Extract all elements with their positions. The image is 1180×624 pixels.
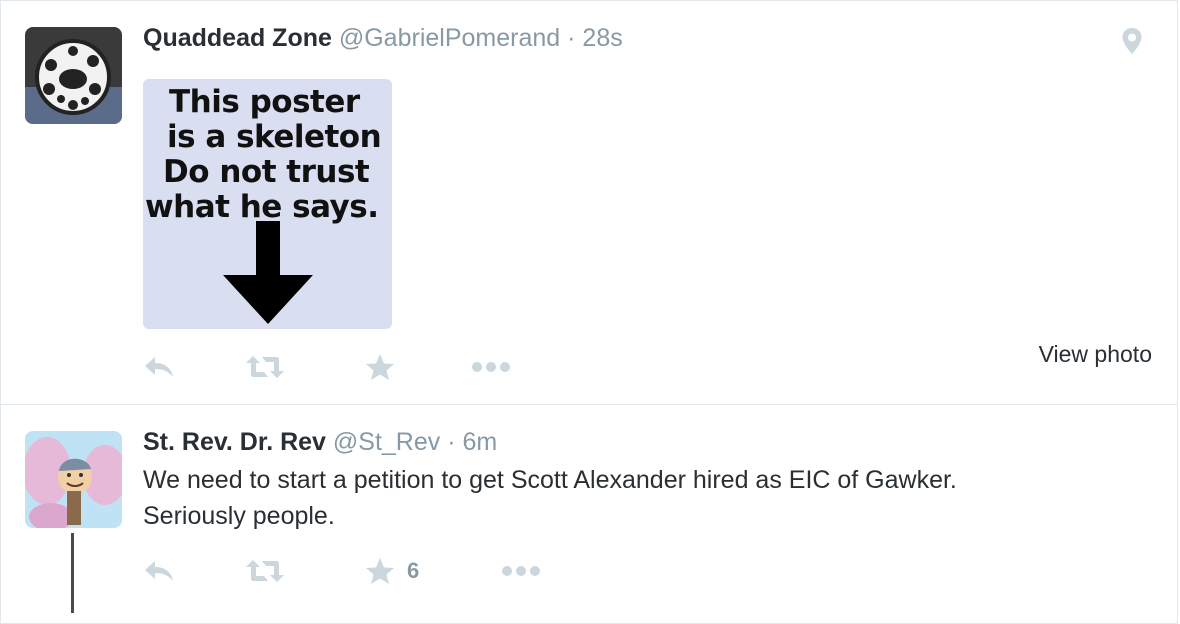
timestamp[interactable]: 6m bbox=[463, 428, 498, 456]
location-pin-icon[interactable] bbox=[1121, 27, 1143, 55]
reply-button[interactable] bbox=[143, 349, 175, 385]
conversation-thread-line bbox=[71, 533, 74, 613]
username[interactable]: @St_Rev bbox=[333, 428, 440, 456]
poster-line: is a skeleton bbox=[167, 119, 382, 155]
retweet-button[interactable] bbox=[245, 553, 285, 589]
more-button[interactable] bbox=[471, 349, 511, 385]
reply-icon bbox=[145, 561, 173, 581]
avatar[interactable] bbox=[25, 27, 122, 124]
tweet-stream: Quaddead Zone @GabrielPomerand · 28s Thi… bbox=[0, 0, 1180, 624]
avatar-image bbox=[25, 431, 122, 528]
retweet-icon bbox=[246, 356, 284, 378]
view-photo-link[interactable]: View photo bbox=[1039, 341, 1152, 368]
tweet-text-line: Seriously people. bbox=[143, 502, 335, 530]
poster-line: This poster bbox=[169, 84, 360, 120]
tweet[interactable]: St. Rev. Dr. Rev @St_Rev · 6m We need to… bbox=[0, 404, 1178, 624]
star-icon bbox=[366, 354, 394, 380]
favorite-count[interactable]: 6 bbox=[407, 558, 419, 584]
tweet-text: We need to start a petition to get Scott… bbox=[143, 462, 1143, 534]
poster-line: what he says. bbox=[145, 189, 379, 225]
reply-icon bbox=[145, 357, 173, 377]
media-photo[interactable]: This poster is a skeleton Do not trust w… bbox=[143, 79, 392, 329]
poster-text: This poster is a skeleton Do not trust w… bbox=[145, 85, 391, 225]
reply-button[interactable] bbox=[143, 553, 175, 589]
timestamp[interactable]: 28s bbox=[582, 24, 622, 52]
more-dots-icon bbox=[472, 362, 510, 372]
favorite-button[interactable]: 6 bbox=[365, 553, 419, 589]
poster-line: Do not trust bbox=[163, 154, 370, 190]
more-dots-icon bbox=[502, 566, 540, 576]
tweet-header: Quaddead Zone @GabrielPomerand · 28s bbox=[143, 23, 623, 53]
arrow-down-icon bbox=[223, 221, 313, 324]
avatar-image bbox=[25, 27, 122, 124]
retweet-icon bbox=[246, 560, 284, 582]
tweet[interactable]: Quaddead Zone @GabrielPomerand · 28s Thi… bbox=[0, 0, 1178, 405]
favorite-button[interactable] bbox=[365, 349, 395, 385]
more-button[interactable] bbox=[501, 553, 541, 589]
retweet-button[interactable] bbox=[245, 349, 285, 385]
star-icon bbox=[366, 558, 394, 584]
avatar[interactable] bbox=[25, 431, 122, 528]
separator-dot: · bbox=[567, 24, 576, 52]
tweet-text-line: We need to start a petition to get Scott… bbox=[143, 466, 957, 494]
fullname[interactable]: Quaddead Zone bbox=[143, 24, 332, 52]
separator-dot: · bbox=[447, 428, 456, 456]
fullname[interactable]: St. Rev. Dr. Rev bbox=[143, 428, 326, 456]
username[interactable]: @GabrielPomerand bbox=[339, 24, 560, 52]
tweet-header: St. Rev. Dr. Rev @St_Rev · 6m bbox=[143, 427, 497, 457]
